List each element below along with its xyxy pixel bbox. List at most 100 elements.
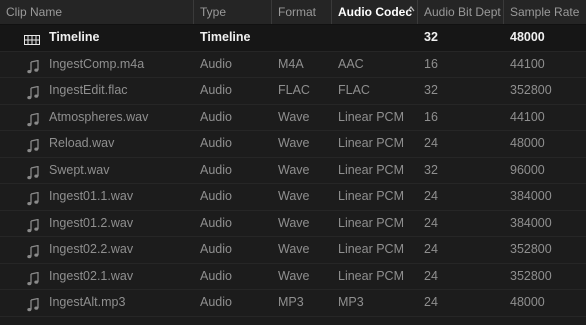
clip-name-cell: Reload.wav	[0, 131, 194, 156]
clip-name-cell: Ingest01.1.wav	[0, 184, 194, 209]
clip-name-text: Timeline	[49, 30, 100, 44]
audio-clip-icon	[26, 270, 40, 285]
column-header-audio-bit-depth[interactable]: Audio Bit Dept	[418, 0, 504, 24]
clip-name-cell: Ingest02.2.wav	[0, 237, 194, 262]
column-header-audio-codec[interactable]: Audio Codec	[332, 0, 418, 24]
sort-arrow-icon	[407, 6, 415, 12]
clip-name-cell: Timeline	[0, 25, 194, 50]
table-row[interactable]: IngestAlt.mp3 Audio MP3 MP3 24 48000	[0, 290, 586, 317]
sample-rate-cell: 384000	[510, 215, 552, 230]
type-cell: Audio	[200, 83, 232, 97]
sample-rate-cell: 384000	[510, 189, 552, 203]
clip-name-text: Ingest02.2.wav	[49, 242, 134, 256]
table-row[interactable]: IngestComp.m4a Audio M4A AAC 16 44100	[0, 52, 586, 78]
format-cell	[272, 25, 332, 50]
clip-name-text: Reload.wav	[49, 136, 115, 150]
sample-rate-cell: 44100	[510, 56, 545, 71]
type-cell: Audio	[200, 268, 232, 283]
audio-bit-depth-cell: 32	[424, 83, 438, 97]
sample-rate-cell: 352800	[510, 268, 552, 283]
type-cell: Audio	[200, 56, 232, 71]
audio-clip-icon	[26, 217, 40, 232]
audio-bit-depth-cell: 24	[424, 295, 438, 309]
clip-name-text: IngestEdit.flac	[49, 83, 128, 97]
audio-codec-cell: Linear PCM	[338, 136, 404, 150]
column-header-type[interactable]: Type	[194, 0, 272, 24]
clip-list: Timeline Timeline 32 48000 IngestComp.m4…	[0, 25, 586, 317]
audio-clip-icon	[26, 243, 40, 259]
format-cell: Wave	[278, 215, 310, 230]
type-cell: Audio	[200, 109, 232, 124]
audio-bit-depth-cell: 24	[424, 242, 438, 256]
type-cell: Audio	[200, 162, 232, 177]
audio-clip-icon	[26, 84, 40, 100]
clip-name-text: IngestComp.m4a	[49, 56, 145, 71]
audio-clip-icon	[26, 58, 40, 73]
sample-rate-cell: 48000	[510, 30, 545, 44]
clip-name-cell: Ingest02.1.wav	[0, 264, 194, 289]
column-header-format[interactable]: Format	[272, 0, 332, 24]
type-cell: Audio	[200, 295, 232, 309]
type-cell: Audio	[200, 189, 232, 203]
audio-clip-icon	[26, 190, 40, 206]
media-pool-list-view: Clip Name Type Format Audio Codec Audio …	[0, 0, 586, 325]
format-cell: MP3	[278, 295, 304, 309]
clip-name-cell: Ingest01.2.wav	[0, 211, 194, 236]
timeline-icon	[24, 31, 40, 45]
clip-name-cell: IngestEdit.flac	[0, 78, 194, 103]
format-cell: Wave	[278, 242, 310, 256]
type-cell: Audio	[200, 215, 232, 230]
table-row[interactable]: Ingest01.1.wav Audio Wave Linear PCM 24 …	[0, 184, 586, 211]
format-cell: M4A	[278, 56, 304, 71]
clip-name-cell: IngestComp.m4a	[0, 52, 194, 77]
audio-bit-depth-cell: 16	[424, 109, 438, 124]
audio-codec-cell: Linear PCM	[338, 215, 404, 230]
column-header-row: Clip Name Type Format Audio Codec Audio …	[0, 0, 586, 25]
audio-bit-depth-cell: 32	[424, 30, 438, 44]
table-row[interactable]: Ingest02.1.wav Audio Wave Linear PCM 24 …	[0, 264, 586, 290]
table-row[interactable]: Timeline Timeline 32 48000	[0, 25, 586, 52]
table-row[interactable]: IngestEdit.flac Audio FLAC FLAC 32 35280…	[0, 78, 586, 105]
audio-codec-cell: FLAC	[338, 83, 370, 97]
clip-name-text: Ingest02.1.wav	[49, 268, 134, 283]
column-header-audio-codec-label: Audio Codec	[338, 5, 412, 19]
format-cell: Wave	[278, 268, 310, 283]
audio-bit-depth-cell: 24	[424, 268, 438, 283]
audio-clip-icon	[26, 111, 40, 126]
audio-bit-depth-cell: 24	[424, 215, 438, 230]
column-header-sample-rate[interactable]: Sample Rate	[504, 0, 586, 24]
clip-name-text: IngestAlt.mp3	[49, 295, 126, 309]
column-header-clip-name[interactable]: Clip Name	[0, 0, 194, 24]
audio-clip-icon	[26, 137, 40, 153]
audio-bit-depth-cell: 24	[424, 189, 438, 203]
sample-rate-cell: 352800	[510, 242, 552, 256]
table-row[interactable]: Atmospheres.wav Audio Wave Linear PCM 16…	[0, 105, 586, 131]
sample-rate-cell: 48000	[510, 136, 545, 150]
type-cell: Timeline	[200, 30, 251, 44]
audio-bit-depth-cell: 32	[424, 162, 438, 177]
audio-codec-cell: MP3	[338, 295, 364, 309]
format-cell: FLAC	[278, 83, 310, 97]
audio-codec-cell: Linear PCM	[338, 189, 404, 203]
format-cell: Wave	[278, 136, 310, 150]
table-row[interactable]: Ingest01.2.wav Audio Wave Linear PCM 24 …	[0, 211, 586, 237]
audio-codec-cell: Linear PCM	[338, 242, 404, 256]
audio-clip-icon	[26, 296, 40, 312]
clip-name-cell: IngestAlt.mp3	[0, 290, 194, 315]
clip-name-cell: Atmospheres.wav	[0, 105, 194, 130]
clip-name-text: Atmospheres.wav	[49, 109, 149, 124]
sample-rate-cell: 352800	[510, 83, 552, 97]
format-cell: Wave	[278, 162, 310, 177]
audio-codec-cell: Linear PCM	[338, 162, 404, 177]
audio-codec-cell: AAC	[338, 56, 364, 71]
table-row[interactable]: Reload.wav Audio Wave Linear PCM 24 4800…	[0, 131, 586, 158]
table-row[interactable]: Swept.wav Audio Wave Linear PCM 32 96000	[0, 158, 586, 184]
audio-codec-cell: Linear PCM	[338, 268, 404, 283]
sample-rate-cell: 44100	[510, 109, 545, 124]
type-cell: Audio	[200, 242, 232, 256]
audio-bit-depth-cell: 24	[424, 136, 438, 150]
audio-clip-icon	[26, 164, 40, 179]
table-row[interactable]: Ingest02.2.wav Audio Wave Linear PCM 24 …	[0, 237, 586, 264]
audio-codec-cell	[332, 25, 418, 50]
clip-name-text: Ingest01.2.wav	[49, 215, 134, 230]
